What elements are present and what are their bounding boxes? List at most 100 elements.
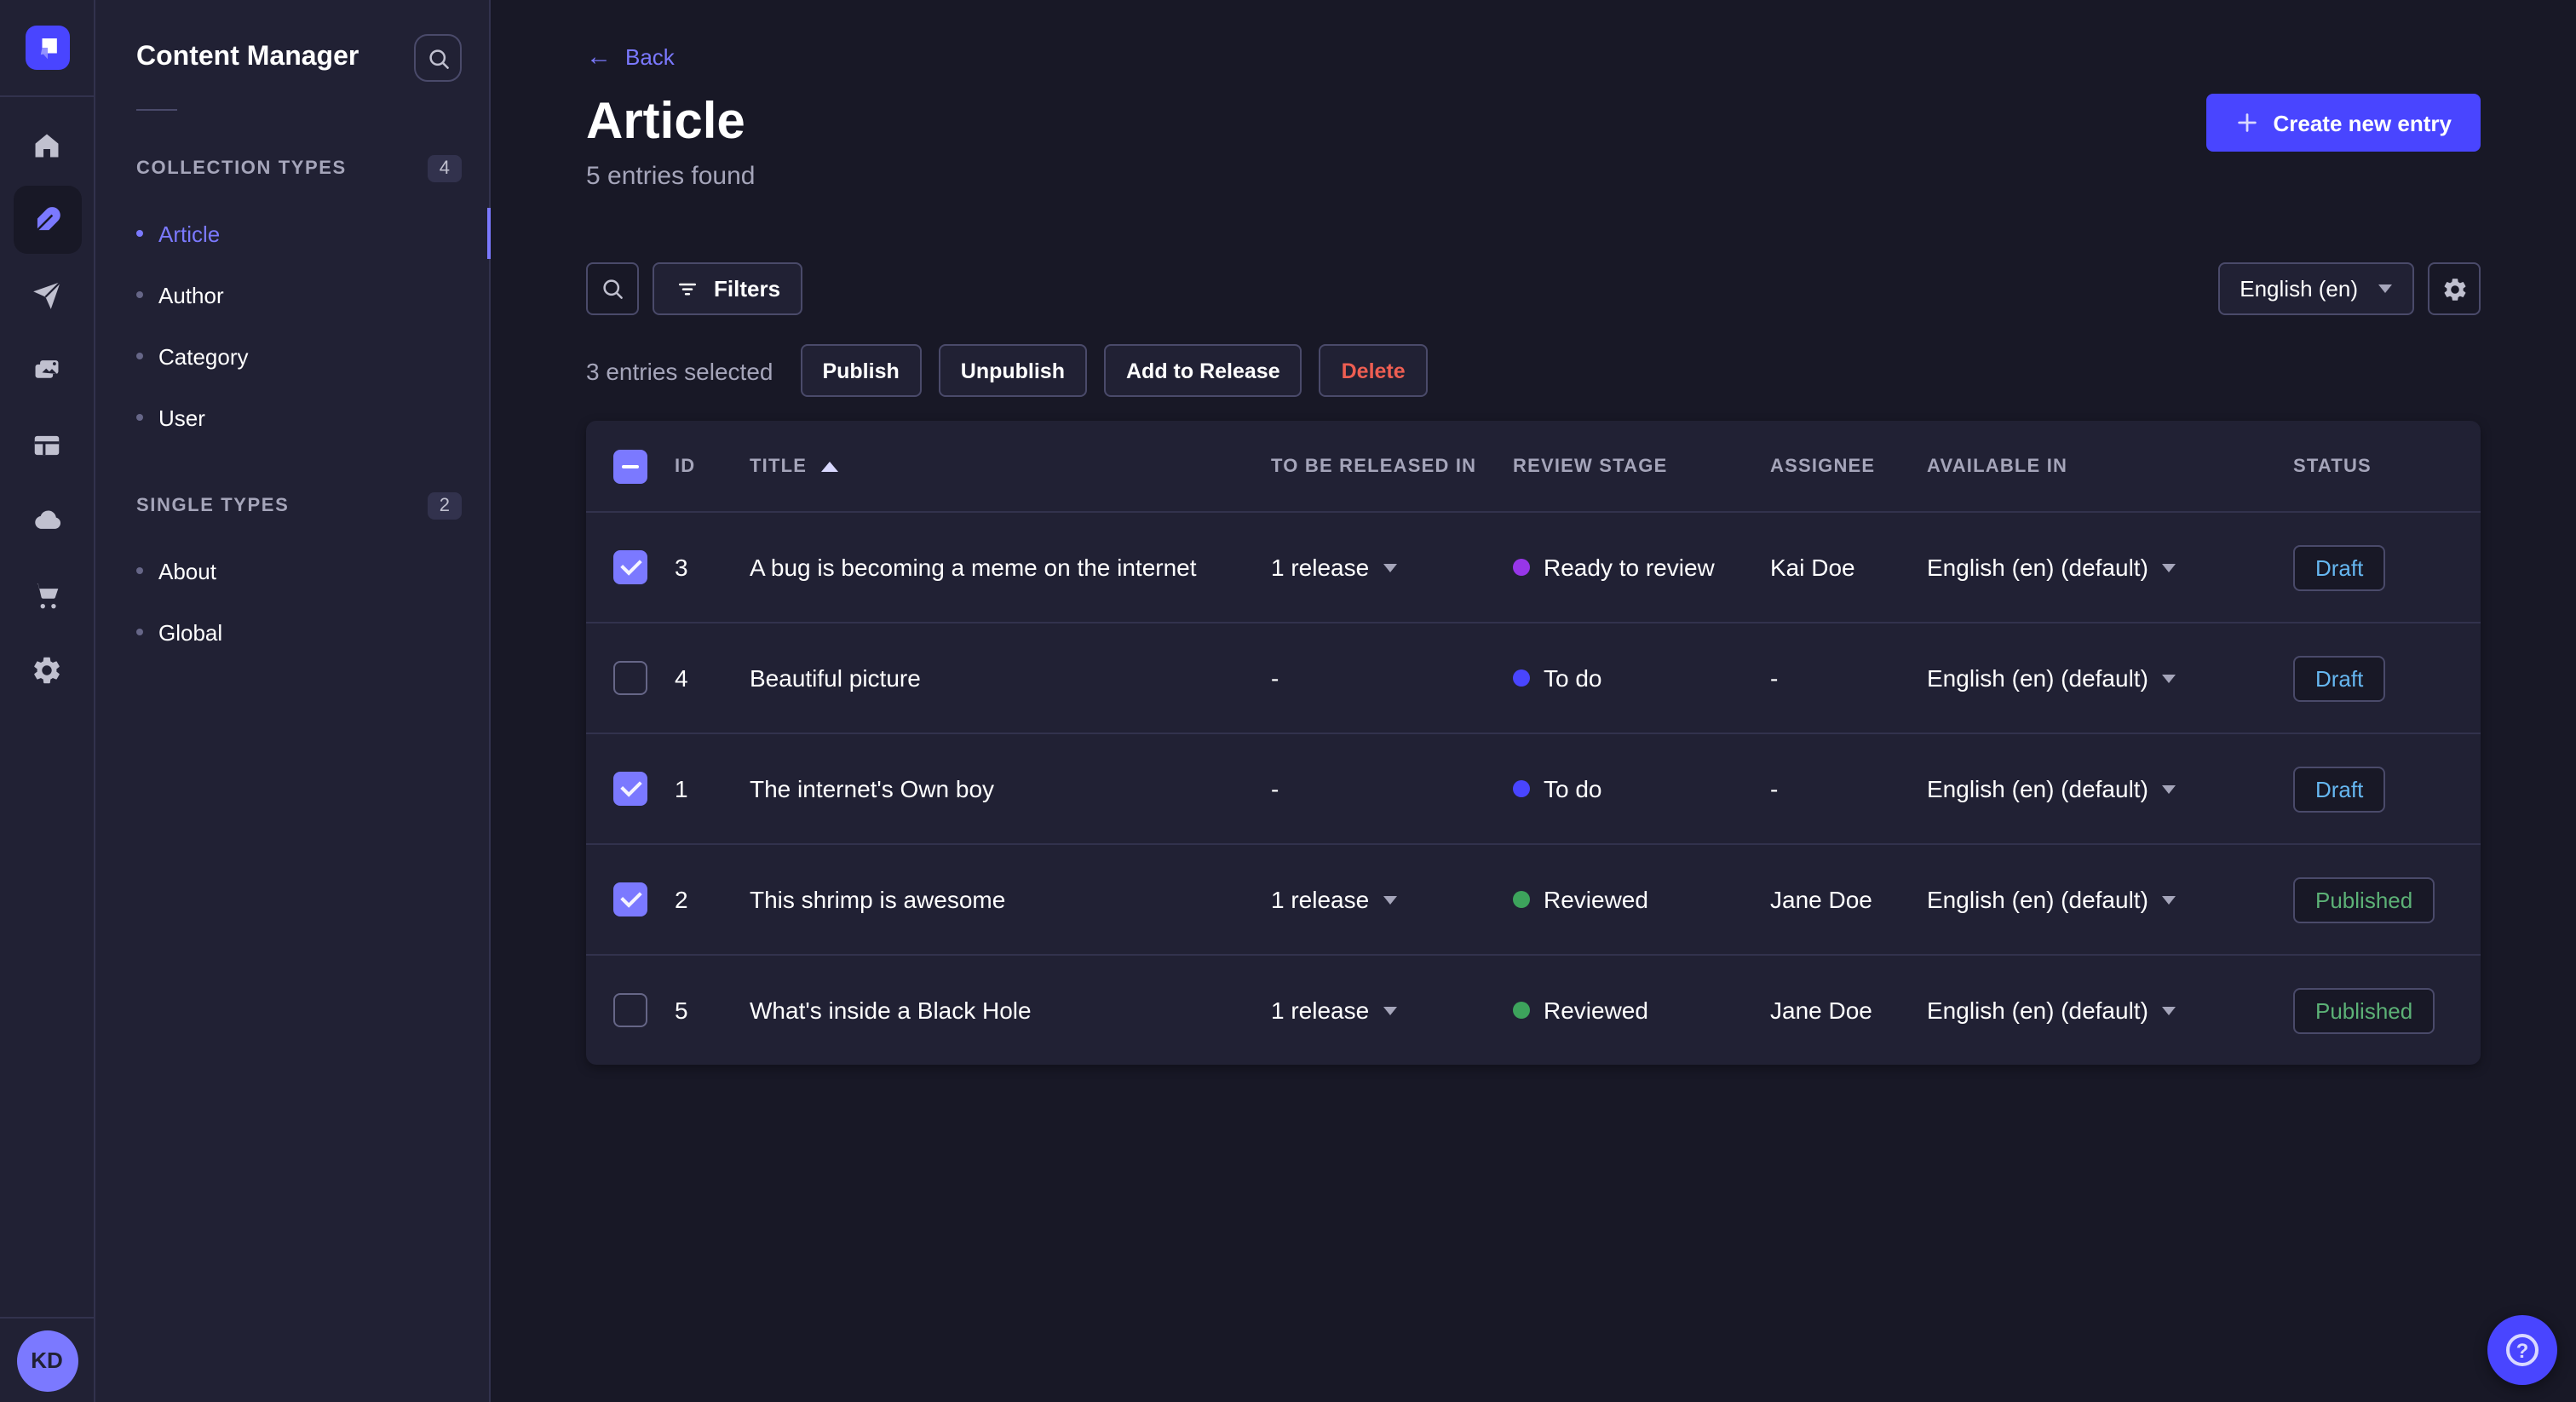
cell-title: The internet's Own boy xyxy=(750,775,995,802)
deploy-cloud-icon[interactable] xyxy=(13,486,81,554)
section-label: SINGLE TYPES xyxy=(136,496,290,516)
col-assignee[interactable]: ASSIGNEE xyxy=(1770,456,1927,476)
cell-id: 3 xyxy=(675,554,688,581)
cell-title: Beautiful picture xyxy=(750,664,921,692)
row-checkbox[interactable] xyxy=(613,772,647,806)
search-button[interactable] xyxy=(414,34,462,82)
back-label: Back xyxy=(625,44,675,70)
cell-available-in[interactable]: English (en) (default) xyxy=(1927,997,2293,1024)
avatar[interactable]: KD xyxy=(16,1330,78,1391)
col-title[interactable]: TITLE xyxy=(750,456,1271,476)
stage-dot-icon xyxy=(1513,780,1530,797)
locale-value: English (en) xyxy=(2240,276,2358,302)
table-row[interactable]: 1 The internet's Own boy - To do - Engli… xyxy=(586,733,2481,843)
bullet-icon xyxy=(136,414,143,421)
table-search-button[interactable] xyxy=(586,262,639,315)
gear-icon xyxy=(2443,278,2465,300)
stage-dot-icon xyxy=(1513,669,1530,687)
table-row[interactable]: 4 Beautiful picture - To do - English (e… xyxy=(586,622,2481,733)
bullet-icon xyxy=(136,567,143,574)
subnav-sections: COLLECTION TYPES 4 Article Author Category Us… xyxy=(95,155,491,663)
table-body: 3 A bug is becoming a meme on the intern… xyxy=(586,511,2481,1065)
add-to-release-button[interactable]: Add to Release xyxy=(1104,344,1302,397)
table-row[interactable]: 3 A bug is becoming a meme on the intern… xyxy=(586,511,2481,622)
app: KD Content Manager COLLECTION TYPES 4 Arti… xyxy=(0,0,2576,1402)
cell-id: 1 xyxy=(675,775,688,802)
cell-to-be-released-in[interactable]: 1 release xyxy=(1271,554,1513,581)
plus-icon xyxy=(2238,113,2257,132)
content-type-builder-layout-icon[interactable] xyxy=(13,411,81,479)
media-library-images-icon[interactable] xyxy=(13,336,81,404)
sidebar-item-global[interactable]: Global xyxy=(95,601,489,663)
col-id[interactable]: ID xyxy=(675,456,750,476)
sidebar-item-article[interactable]: Article xyxy=(95,203,491,264)
cell-to-be-released-in[interactable]: 1 release xyxy=(1271,997,1513,1024)
cell-review-stage: Ready to review xyxy=(1513,554,1770,581)
col-review-stage[interactable]: REVIEW STAGE xyxy=(1513,456,1770,476)
cell-available-in[interactable]: English (en) (default) xyxy=(1927,886,2293,913)
rail-nav xyxy=(13,97,81,704)
cell-to-be-released-in[interactable]: 1 release xyxy=(1271,886,1513,913)
row-checkbox[interactable] xyxy=(613,882,647,916)
row-checkbox[interactable] xyxy=(613,993,647,1027)
chevron-down-icon xyxy=(2161,1006,2176,1014)
chevron-down-icon xyxy=(1383,1006,1397,1014)
subnav-section: SINGLE TYPES 2 About Global xyxy=(95,492,489,663)
row-checkbox[interactable] xyxy=(613,550,647,584)
stage-dot-icon xyxy=(1513,1002,1530,1019)
filters-button[interactable]: Filters xyxy=(653,262,803,315)
sidebar-item-category[interactable]: Category xyxy=(95,325,489,387)
view-settings-button[interactable] xyxy=(2428,262,2481,315)
publish-button[interactable]: Publish xyxy=(800,344,922,397)
locale-select[interactable]: English (en) xyxy=(2217,262,2414,315)
delete-button[interactable]: Delete xyxy=(1319,344,1428,397)
section-header[interactable]: COLLECTION TYPES 4 xyxy=(95,155,489,182)
col-to-be-released-in[interactable]: TO BE RELEASED IN xyxy=(1271,456,1513,476)
table-row[interactable]: 2 This shrimp is awesome 1 release Revie… xyxy=(586,843,2481,954)
status-badge: Draft xyxy=(2293,766,2386,812)
question-mark-icon: ? xyxy=(2506,1334,2539,1366)
strapi-logo[interactable] xyxy=(0,0,94,97)
sidebar-item-about[interactable]: About xyxy=(95,540,489,601)
content-manager-feather-icon[interactable] xyxy=(13,186,81,254)
sidebar-item-label: Article xyxy=(158,221,221,246)
divider xyxy=(136,109,177,111)
filters-label: Filters xyxy=(714,276,781,302)
entries-table: ID TITLE TO BE RELEASED IN REVIEW STAGE … xyxy=(586,421,2481,1065)
cell-to-be-released-in[interactable]: - xyxy=(1271,775,1513,802)
select-all-checkbox[interactable] xyxy=(613,449,647,483)
section-header[interactable]: SINGLE TYPES 2 xyxy=(95,492,489,520)
chevron-down-icon xyxy=(2161,674,2176,682)
sidebar-item-user[interactable]: User xyxy=(95,387,489,448)
sidebar-item-author[interactable]: Author xyxy=(95,264,489,325)
create-entry-button[interactable]: Create new entry xyxy=(2206,94,2481,152)
cell-assignee: - xyxy=(1770,775,1779,802)
cell-review-stage: To do xyxy=(1513,775,1770,802)
chevron-down-icon xyxy=(2161,784,2176,793)
content-manager-subnav: Content Manager COLLECTION TYPES 4 Article… xyxy=(95,0,491,1402)
home-icon[interactable] xyxy=(13,111,81,179)
create-entry-label: Create new entry xyxy=(2273,110,2452,135)
col-status[interactable]: STATUS xyxy=(2293,456,2453,476)
col-available-in[interactable]: AVAILABLE IN xyxy=(1927,456,2293,476)
marketplace-cart-icon[interactable] xyxy=(13,560,81,629)
count-badge: 4 xyxy=(427,155,462,182)
help-button[interactable]: ? xyxy=(2487,1315,2557,1385)
cell-available-in[interactable]: English (en) (default) xyxy=(1927,664,2293,692)
sidebar-item-label: Global xyxy=(158,619,223,645)
table-row[interactable]: 5 What's inside a Black Hole 1 release R… xyxy=(586,954,2481,1065)
cell-to-be-released-in[interactable]: - xyxy=(1271,664,1513,692)
sort-ascending-icon xyxy=(820,461,838,471)
page-title: Article xyxy=(586,94,745,150)
chevron-down-icon xyxy=(2161,895,2176,904)
cell-assignee: Jane Doe xyxy=(1770,997,1872,1024)
section-label: COLLECTION TYPES xyxy=(136,158,347,179)
releases-paper-plane-icon[interactable] xyxy=(13,261,81,329)
unpublish-button[interactable]: Unpublish xyxy=(938,344,1087,397)
back-link[interactable]: ← Back xyxy=(586,44,675,70)
cell-available-in[interactable]: English (en) (default) xyxy=(1927,554,2293,581)
cell-available-in[interactable]: English (en) (default) xyxy=(1927,775,2293,802)
settings-gear-icon[interactable] xyxy=(13,635,81,704)
cell-title: What's inside a Black Hole xyxy=(750,997,1032,1024)
row-checkbox[interactable] xyxy=(613,661,647,695)
